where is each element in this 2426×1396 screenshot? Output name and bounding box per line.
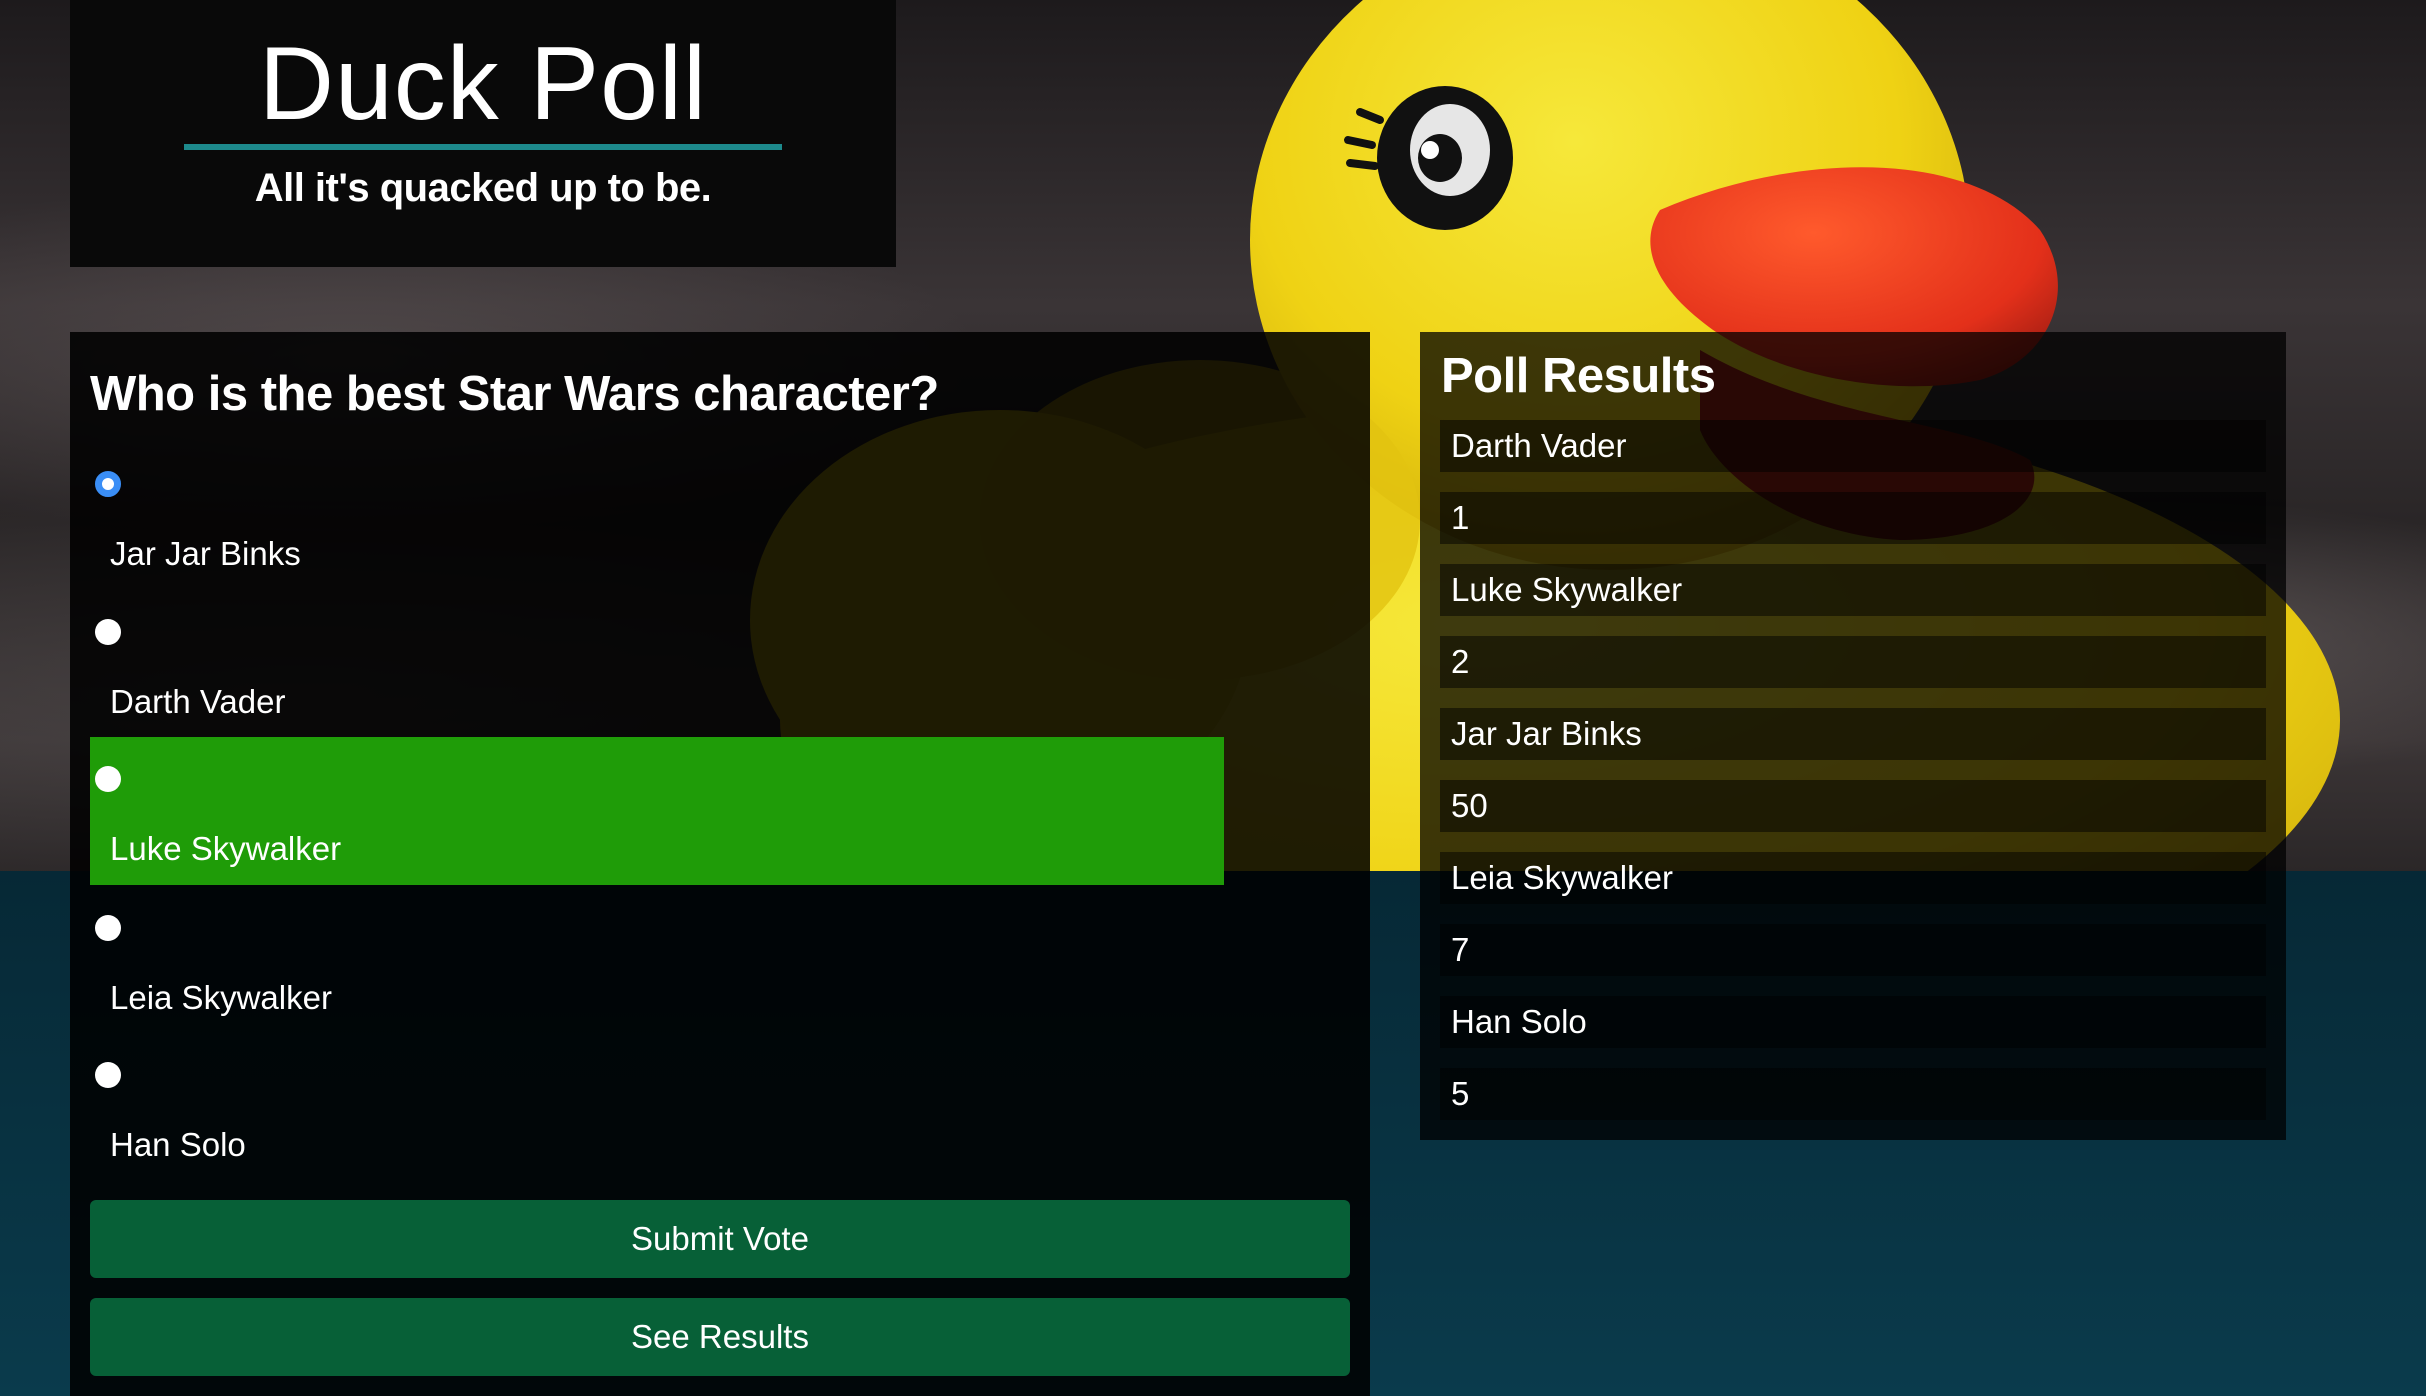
poll-results-panel: Poll Results Darth Vader 1 Luke Skywalke… — [1420, 332, 2286, 1140]
option-label: Luke Skywalker — [110, 830, 342, 867]
radio-button[interactable] — [95, 766, 121, 792]
site-title: Duck Poll — [258, 26, 708, 142]
result-name: Han Solo — [1440, 996, 2266, 1048]
option-label: Darth Vader — [110, 683, 286, 720]
result-votes: 1 — [1440, 492, 2266, 544]
result-votes: 5 — [1440, 1068, 2266, 1120]
result-votes: 2 — [1440, 636, 2266, 688]
poll-option[interactable]: Darth Vader — [90, 590, 1224, 738]
result-name: Jar Jar Binks — [1440, 708, 2266, 760]
radio-button[interactable] — [95, 471, 121, 497]
poll-form-panel: Who is the best Star Wars character? Jar… — [70, 332, 1370, 1396]
result-name: Luke Skywalker — [1440, 564, 2266, 616]
radio-button[interactable] — [95, 1062, 121, 1088]
submit-vote-button[interactable]: Submit Vote — [90, 1200, 1350, 1278]
poll-question: Who is the best Star Wars character? — [90, 367, 939, 421]
result-name: Darth Vader — [1440, 420, 2266, 472]
option-label: Jar Jar Binks — [110, 535, 301, 572]
poll-option[interactable]: Leia Skywalker — [90, 886, 1224, 1034]
title-underline-divider — [184, 144, 782, 150]
radio-button[interactable] — [95, 915, 121, 941]
poll-option[interactable]: Han Solo — [90, 1033, 1224, 1181]
result-votes: 50 — [1440, 780, 2266, 832]
site-tagline: All it's quacked up to be. — [254, 166, 712, 210]
poll-option-highlighted[interactable]: Luke Skywalker — [90, 737, 1224, 885]
option-label: Leia Skywalker — [110, 979, 332, 1016]
results-title: Poll Results — [1441, 349, 1716, 403]
radio-button[interactable] — [95, 619, 121, 645]
result-name: Leia Skywalker — [1440, 852, 2266, 904]
option-label: Han Solo — [110, 1126, 246, 1163]
see-results-button[interactable]: See Results — [90, 1298, 1350, 1376]
result-votes: 7 — [1440, 924, 2266, 976]
poll-option[interactable]: Jar Jar Binks — [90, 442, 1224, 590]
brand-header: Duck Poll All it's quacked up to be. — [70, 0, 896, 267]
